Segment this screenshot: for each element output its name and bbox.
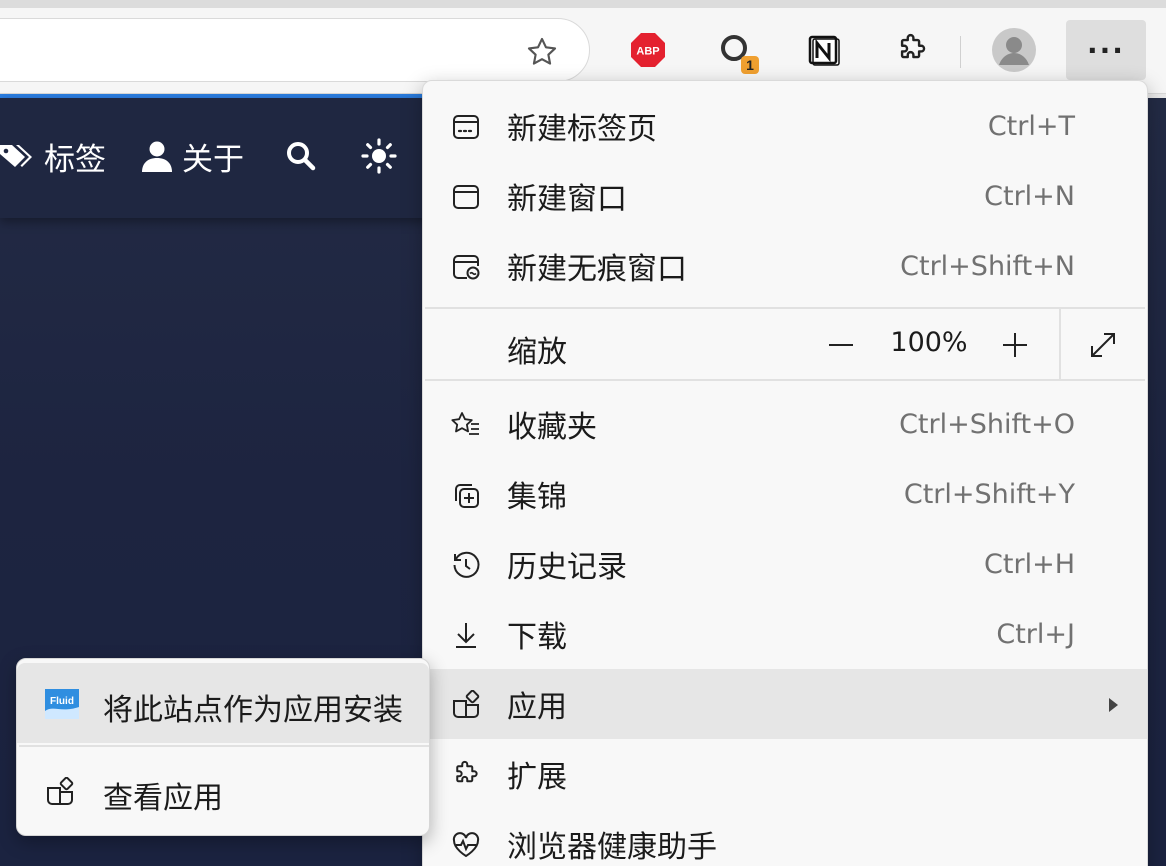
- menu-item-label: 应用: [507, 690, 567, 725]
- zoom-separator: [1059, 309, 1061, 381]
- fluid-app-icon: Fluid: [45, 689, 79, 719]
- fullscreen-button[interactable]: [1079, 321, 1127, 369]
- new-window-icon: [453, 185, 479, 209]
- menu-item-label: 新建窗口: [507, 182, 627, 217]
- apps-submenu: Fluid 将此站点作为应用安装 查看应用: [16, 658, 430, 836]
- browser-health-icon: [452, 832, 480, 858]
- menu-item-label: 新建标签页: [507, 112, 657, 147]
- adblock-plus-icon[interactable]: ABP: [626, 28, 670, 72]
- menu-item-label: 浏览器健康助手: [507, 830, 717, 865]
- apps-icon: [47, 777, 74, 805]
- submenu-item-view-apps[interactable]: 查看应用: [17, 751, 429, 831]
- menu-item-new-window[interactable]: 新建窗口 Ctrl+N: [423, 161, 1147, 231]
- menu-item-downloads[interactable]: 下载 Ctrl+J: [423, 599, 1147, 669]
- nav-item-about-label: 关于: [182, 141, 244, 178]
- more-icon[interactable]: ···: [1066, 20, 1146, 80]
- nav-item-tags[interactable]: 标签: [0, 134, 106, 178]
- new-tab-icon: [453, 115, 479, 139]
- menu-item-extensions[interactable]: 扩展: [423, 739, 1147, 809]
- tampermonkey-badge: 1: [746, 57, 754, 73]
- notion-icon[interactable]: [802, 28, 846, 72]
- menu-item-label: 下载: [507, 620, 567, 655]
- menu-item-shortcut: Ctrl+Shift+Y: [903, 478, 1075, 510]
- address-bar[interactable]: [0, 18, 590, 82]
- zoom-row: 缩放 100%: [423, 309, 1147, 381]
- menu-item-shortcut: Ctrl+Shift+N: [900, 250, 1075, 282]
- history-icon: [453, 551, 480, 578]
- inprivate-icon: [453, 255, 480, 280]
- menu-item-new-tab[interactable]: 新建标签页 Ctrl+T: [423, 91, 1147, 161]
- menu-item-new-inprivate-window[interactable]: 新建无痕窗口 Ctrl+Shift+N: [423, 231, 1147, 301]
- search-icon[interactable]: [284, 134, 326, 178]
- toolbar-separator: [960, 36, 961, 68]
- zoom-out-button[interactable]: [817, 321, 865, 369]
- user-icon: [142, 141, 172, 172]
- menu-item-label: 收藏夹: [507, 410, 597, 445]
- menu-item-label: 集锦: [507, 480, 567, 515]
- menu-item-shortcut: Ctrl+H: [984, 548, 1075, 580]
- site-navbar: 标签 关于: [0, 98, 430, 218]
- zoom-value: 100%: [890, 327, 968, 358]
- avatar-icon[interactable]: [990, 26, 1038, 74]
- window-top-strip: [0, 0, 1166, 8]
- submenu-item-label: 查看应用: [103, 781, 223, 816]
- menu-item-favorites[interactable]: 收藏夹 Ctrl+Shift+O: [423, 389, 1147, 459]
- menu-item-shortcut: Ctrl+T: [987, 110, 1075, 142]
- abp-label: ABP: [636, 46, 659, 58]
- submenu-item-label: 将此站点作为应用安装: [103, 693, 403, 728]
- menu-item-history[interactable]: 历史记录 Ctrl+H: [423, 529, 1147, 599]
- fluid-icon-text: Fluid: [50, 696, 74, 707]
- tampermonkey-icon[interactable]: 1: [712, 28, 760, 76]
- menu-item-apps[interactable]: 应用: [423, 669, 1147, 739]
- menu-divider: [425, 379, 1145, 381]
- collections-icon: [455, 484, 479, 508]
- browser-settings-menu: 新建标签页 Ctrl+T 新建窗口 Ctrl+N 新建无痕窗口 Ctrl+Shi…: [422, 80, 1148, 866]
- extensions-icon[interactable]: [890, 28, 934, 72]
- submenu-arrow-icon: [1109, 698, 1118, 712]
- apps-icon: [453, 690, 480, 718]
- menu-item-label: 新建无痕窗口: [507, 252, 687, 287]
- tag-icon: [0, 145, 32, 167]
- menu-item-collections[interactable]: 集锦 Ctrl+Shift+Y: [423, 459, 1147, 529]
- fullscreen-icon: [1091, 333, 1115, 357]
- zoom-in-button[interactable]: [991, 321, 1039, 369]
- menu-item-label: 历史记录: [507, 550, 627, 585]
- menu-item-shortcut: Ctrl+J: [996, 618, 1075, 650]
- menu-item-label: 扩展: [507, 760, 567, 795]
- download-icon: [456, 623, 476, 648]
- favorites-icon: [451, 412, 479, 435]
- star-icon[interactable]: [520, 30, 564, 74]
- menu-item-browser-health[interactable]: 浏览器健康助手: [423, 809, 1147, 866]
- submenu-divider: [19, 745, 429, 747]
- nav-item-tags-label: 标签: [44, 141, 106, 178]
- nav-item-about[interactable]: 关于: [140, 134, 244, 178]
- sun-icon[interactable]: [360, 134, 406, 178]
- menu-item-shortcut: Ctrl+N: [984, 180, 1075, 212]
- submenu-item-install-site-as-app[interactable]: Fluid 将此站点作为应用安装: [17, 663, 429, 743]
- menu-item-shortcut: Ctrl+Shift+O: [899, 408, 1075, 440]
- extensions-icon: [456, 760, 478, 783]
- zoom-label: 缩放: [507, 335, 567, 370]
